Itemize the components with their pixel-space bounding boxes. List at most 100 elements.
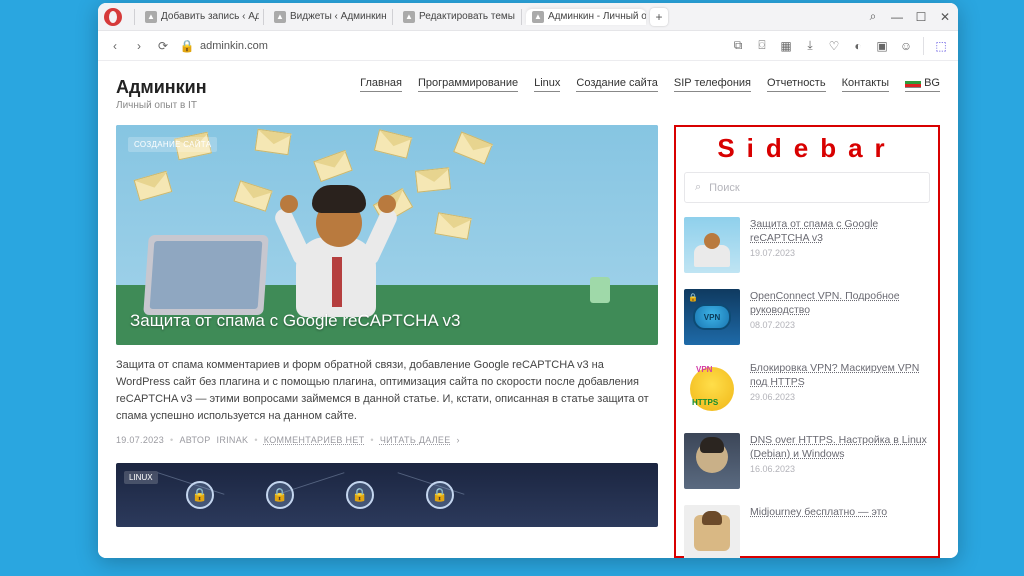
recent-post-title[interactable]: OpenConnect VPN. Подробное руководство xyxy=(750,289,930,317)
back-button[interactable]: ‹ xyxy=(108,39,122,53)
download-icon[interactable]: ⤓ xyxy=(803,39,817,53)
window-controls: ⌕ — ☐ ✕ xyxy=(866,9,952,24)
hero-category-badge[interactable]: СОЗДАНИЕ САЙТА xyxy=(128,137,217,152)
tab-separator xyxy=(263,9,264,25)
extensions-icon[interactable]: ⬚ xyxy=(934,39,948,53)
post-excerpt: Защита от спама комментариев и форм обра… xyxy=(116,357,658,425)
recent-post-date: 19.07.2023 xyxy=(750,248,930,258)
recent-post-title[interactable]: DNS over HTTPS. Настройка в Linux (Debia… xyxy=(750,433,930,461)
hero-title: Защита от спама с Google reCAPTCHA v3 xyxy=(130,311,644,331)
lock-icon: 🔒 xyxy=(186,481,214,509)
nav-item[interactable]: Контакты xyxy=(842,77,890,92)
url-text: adminkin.com xyxy=(200,40,268,52)
tab-separator xyxy=(134,9,135,25)
forward-button[interactable]: › xyxy=(132,39,146,53)
tab-1[interactable]: ▲ Виджеты ‹ Админкин — xyxy=(268,9,388,25)
comments-link[interactable]: КОММЕНТАРИЕВ НЕТ xyxy=(264,435,365,445)
recent-post-title[interactable]: Блокировка VPN? Маскируем VPN под HTTPS xyxy=(750,361,930,389)
nav-item[interactable]: Программирование xyxy=(418,77,518,92)
envelope-icon xyxy=(255,129,292,156)
search-input[interactable]: ⌕ Поиск xyxy=(684,172,930,203)
flag-bg-icon xyxy=(905,78,921,88)
nav-item[interactable]: Отчетность xyxy=(767,77,826,92)
post-thumb xyxy=(684,433,740,489)
main-column: СОЗДАНИЕ САЙТА Защита от спама с Google … xyxy=(116,125,658,558)
hero-laptop xyxy=(143,235,269,315)
site-tagline: Личный опыт в IT xyxy=(116,100,207,111)
search-placeholder: Поиск xyxy=(709,182,739,194)
post-author: IRINAK xyxy=(217,435,249,445)
content-area: СОЗДАНИЕ САЙТА Защита от спама с Google … xyxy=(116,125,940,558)
nav-item[interactable]: Главная xyxy=(360,77,402,92)
qr-icon[interactable]: ▦ xyxy=(779,39,793,53)
author-prefix: АВТОР xyxy=(180,435,211,445)
lang-switch[interactable]: BG xyxy=(905,77,940,92)
person-icon: ▲ xyxy=(403,11,415,23)
new-tab-button[interactable]: + xyxy=(650,8,668,26)
person-icon: ▲ xyxy=(274,11,286,23)
tab-label: Редактировать темы ‹ Ад xyxy=(419,11,517,22)
toolbar-divider xyxy=(923,37,924,55)
nav-item[interactable]: Создание сайта xyxy=(576,77,657,92)
tab-0[interactable]: ▲ Добавить запись ‹ Админ xyxy=(139,9,259,25)
heart-icon[interactable]: ♡ xyxy=(827,39,841,53)
search-button[interactable]: ⌕ xyxy=(866,9,880,24)
maximize-button[interactable]: ☐ xyxy=(914,10,928,24)
recent-post-title[interactable]: Защита от спама с Google reCAPTCHA v3 xyxy=(750,217,930,245)
site-title: Админкин xyxy=(116,77,207,98)
reload-button[interactable]: ⟳ xyxy=(156,39,170,53)
readmore-link[interactable]: ЧИТАТЬ ДАЛЕЕ xyxy=(380,435,451,445)
sidebar-annotation: Sidebar xyxy=(684,131,930,172)
post-thumb xyxy=(684,217,740,273)
close-button[interactable]: ✕ xyxy=(938,10,952,24)
tab-label: Виджеты ‹ Админкин — xyxy=(290,11,388,22)
nav-buttons: ‹ › ⟳ xyxy=(108,39,170,53)
nav-item[interactable]: SIP телефония xyxy=(674,77,751,92)
padlock-icon: 🔒 xyxy=(688,293,698,302)
post-meta: 19.07.2023 • АВТОР IRINAK • КОММЕНТАРИЕВ… xyxy=(116,435,658,445)
recent-post-item[interactable]: Блокировка VPN? Маскируем VPN под HTTPS … xyxy=(684,361,930,417)
meta-separator: • xyxy=(254,435,257,445)
post-preview-2[interactable]: LINUX 🔒 🔒 🔒 🔒 xyxy=(116,463,658,527)
lock-icon: 🔒 xyxy=(426,481,454,509)
tab-label: Админкин - Личный опы xyxy=(548,11,646,22)
person-icon: ▲ xyxy=(532,11,544,23)
lock-icon: 🔒 xyxy=(266,481,294,509)
address-bar[interactable]: 🔒 adminkin.com xyxy=(180,39,721,53)
meta-separator: • xyxy=(370,435,373,445)
post-thumb xyxy=(684,505,740,558)
shield-icon[interactable]: ▣ xyxy=(875,39,889,53)
nav-item[interactable]: Linux xyxy=(534,77,560,92)
browser-window: ▲ Добавить запись ‹ Админ ▲ Виджеты ‹ Ад… xyxy=(98,3,958,558)
opera-logo-icon xyxy=(104,8,122,26)
post-thumb: 🔒 VPN xyxy=(684,289,740,345)
hero-mug xyxy=(590,277,610,303)
hero-person xyxy=(266,167,406,317)
tab-2[interactable]: ▲ Редактировать темы ‹ Ад xyxy=(397,9,517,25)
featured-post-hero[interactable]: СОЗДАНИЕ САЙТА Защита от спама с Google … xyxy=(116,125,658,345)
toolbar-right: ⧉ ⌼ ▦ ⤓ ♡ ◐ ▣ ☺ ⬚ xyxy=(731,37,948,55)
toolbar: ‹ › ⟳ 🔒 adminkin.com ⧉ ⌼ ▦ ⤓ ♡ ◐ ▣ ☺ ⬚ xyxy=(98,31,958,61)
vpn-badge-icon: VPN xyxy=(693,304,731,330)
recent-post-item[interactable]: Midjourney бесплатно — это xyxy=(684,505,930,558)
lock-icon: 🔒 xyxy=(180,39,194,53)
page-content: Админкин Личный опыт в IT Главная Програ… xyxy=(98,61,958,558)
tab-3-active[interactable]: ▲ Админкин - Личный опы xyxy=(526,9,646,25)
site-brand[interactable]: Админкин Личный опыт в IT xyxy=(116,77,207,111)
recent-post-item[interactable]: DNS over HTTPS. Настройка в Linux (Debia… xyxy=(684,433,930,489)
post2-category-badge[interactable]: LINUX xyxy=(124,471,158,484)
tab-separator xyxy=(392,9,393,25)
lock-icon: 🔒 xyxy=(346,481,374,509)
recent-post-item[interactable]: Защита от спама с Google reCAPTCHA v3 19… xyxy=(684,217,930,273)
recent-post-title[interactable]: Midjourney бесплатно — это xyxy=(750,505,930,519)
recent-post-date: 16.06.2023 xyxy=(750,464,930,474)
profile-icon[interactable]: ☺ xyxy=(899,39,913,53)
envelope-icon xyxy=(415,167,451,192)
minimize-button[interactable]: — xyxy=(890,10,904,24)
popup-icon[interactable]: ⧉ xyxy=(731,39,745,53)
screenshot-icon[interactable]: ⌼ xyxy=(755,39,769,53)
recent-post-item[interactable]: 🔒 VPN OpenConnect VPN. Подробное руковод… xyxy=(684,289,930,345)
post-thumb xyxy=(684,361,740,417)
toggle-icon[interactable]: ◐ xyxy=(851,39,865,53)
meta-separator: • xyxy=(170,435,173,445)
